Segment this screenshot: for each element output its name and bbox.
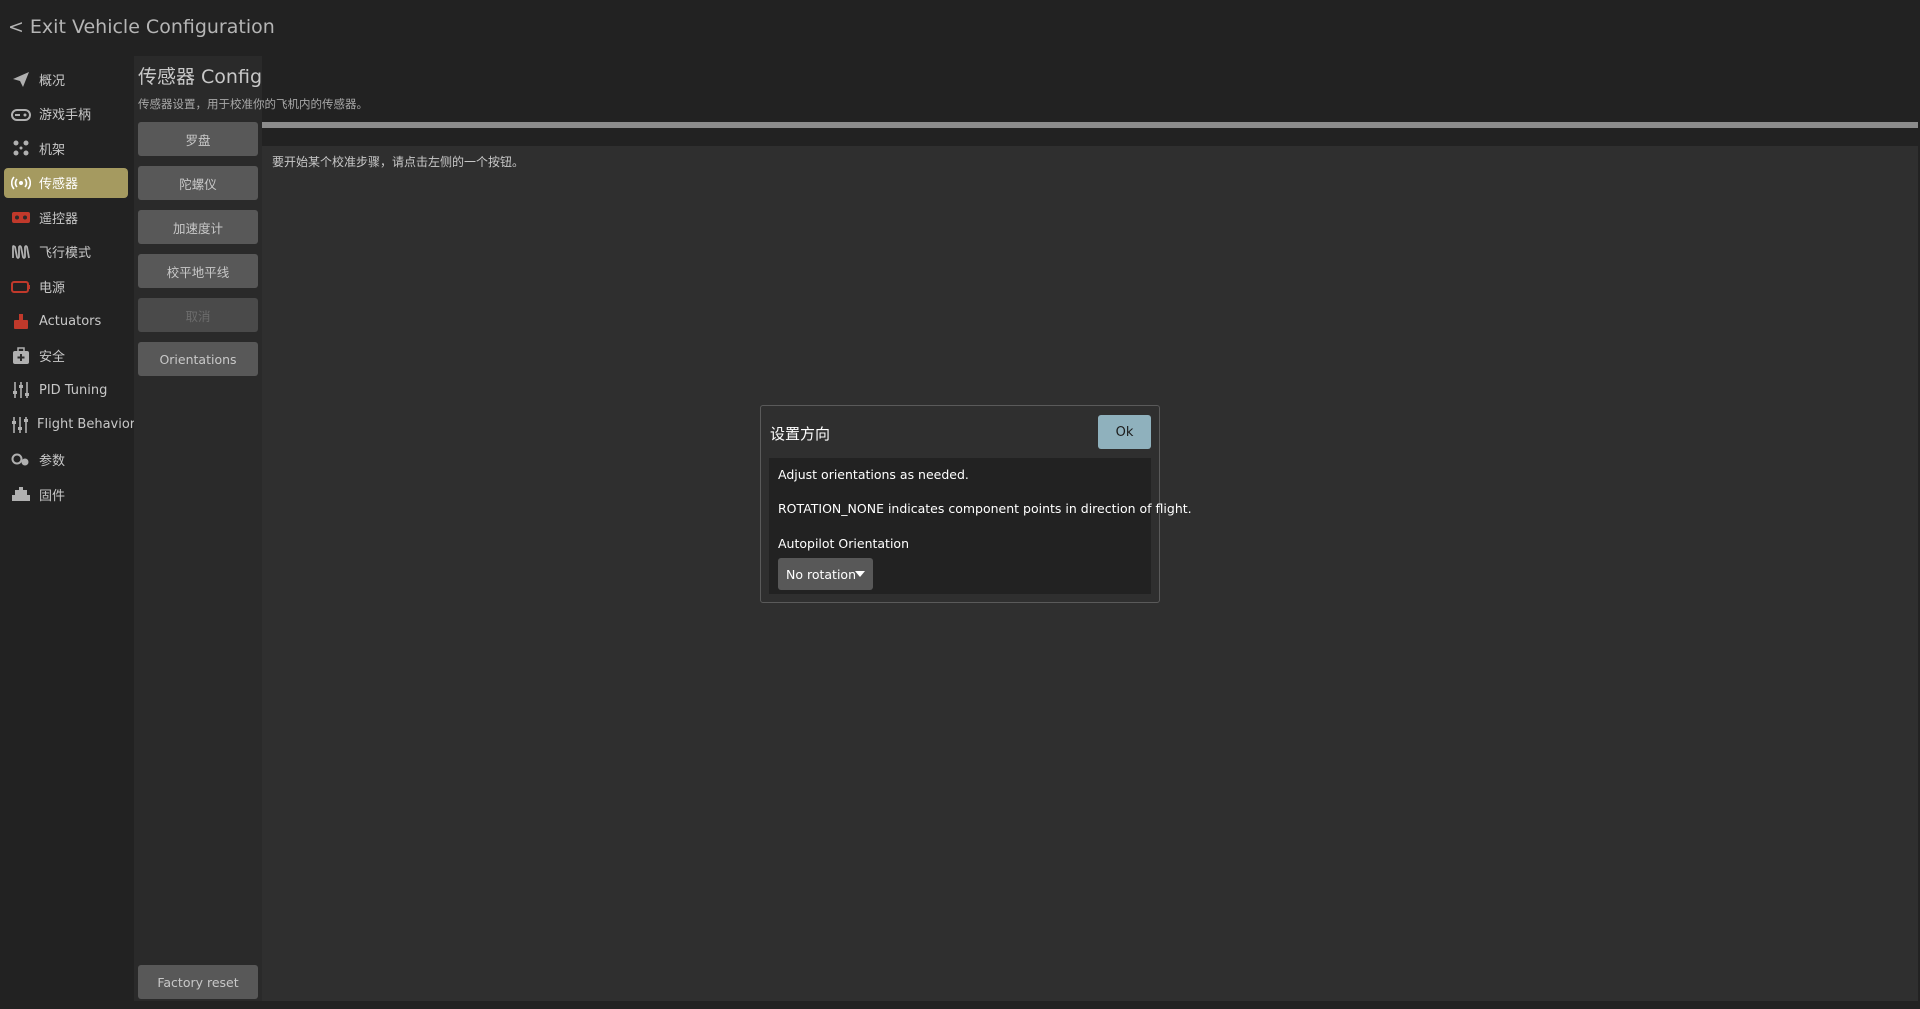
sidebar-item-label: 遥控器 <box>39 211 79 227</box>
sidebar-item-label: 概况 <box>39 73 66 89</box>
battery-icon <box>11 277 31 297</box>
sidebar-item-power[interactable]: 电源 <box>4 272 128 302</box>
sensors-icon <box>11 173 31 193</box>
gyroscope-button[interactable]: 陀螺仪 <box>138 166 258 200</box>
progress-fill <box>262 122 1918 128</box>
sidebar-item-label: 电源 <box>39 281 66 297</box>
sidebar-item-firmware[interactable]: 固件 <box>4 479 128 509</box>
dialog-body: Adjust orientations as needed. ROTATION_… <box>769 458 1192 594</box>
page-description: 传感器设置，用于校准你的飞机内的传感器。 <box>138 97 368 111</box>
level-horizon-button[interactable]: 校平地平线 <box>138 254 258 288</box>
airframe-icon <box>11 138 31 158</box>
sidebar-item-label: 传感器 <box>39 177 79 193</box>
page-title: 传感器 Config <box>138 66 263 88</box>
accelerometer-button[interactable]: 加速度计 <box>138 210 258 244</box>
exit-vehicle-config-link[interactable]: < Exit Vehicle Configuration <box>8 16 275 38</box>
orientations-button[interactable]: Orientations <box>138 342 258 376</box>
sidebar-item-pid-tuning[interactable]: PID Tuning <box>4 375 128 405</box>
calibration-progress-bar <box>262 122 1918 128</box>
sidebar-item-label: 机架 <box>39 142 66 158</box>
sidebar-item-flight-behavior[interactable]: Flight Behavior <box>4 410 135 440</box>
sidebar-item-sensors[interactable]: 传感器 <box>4 167 128 198</box>
sidebar-item-label: 飞行模式 <box>39 246 92 262</box>
sidebar-item-label: PID Tuning <box>39 382 108 398</box>
sidebar-item-actuators[interactable]: Actuators <box>4 306 128 336</box>
orientation-dialog: 设置方向 Ok Adjust orientations as needed. R… <box>760 405 1192 603</box>
sidebar-item-joystick[interactable]: 游戏手柄 <box>4 99 128 129</box>
autopilot-orientation-select[interactable]: No rotation <box>778 558 873 590</box>
tuning-sliders-icon <box>11 380 31 400</box>
sidebar-item-radio[interactable]: 遥控器 <box>4 202 128 232</box>
sidebar-item-label: Flight Behavior <box>37 417 136 433</box>
ok-button[interactable]: Ok <box>1098 415 1151 449</box>
select-value: No rotation <box>786 566 856 582</box>
dialog-rotation-note: ROTATION_NONE indicates component points… <box>778 501 1192 516</box>
sidebar-item-label: 游戏手柄 <box>39 108 92 124</box>
exit-label: Exit Vehicle Configuration <box>29 16 275 38</box>
behavior-sliders-icon <box>11 415 29 435</box>
sidebar-item-label: 安全 <box>39 350 66 366</box>
compass-button[interactable]: 罗盘 <box>138 122 258 156</box>
chevron-down-icon <box>855 571 865 577</box>
parameters-icon <box>11 450 31 470</box>
autopilot-orientation-label: Autopilot Orientation <box>778 536 909 551</box>
sidebar-item-label: 固件 <box>39 488 66 504</box>
chevron-left-icon: < <box>8 16 24 38</box>
sidebar-item-flight-modes[interactable]: 飞行模式 <box>4 237 128 267</box>
firmware-icon <box>11 484 31 504</box>
sidebar-item-summary[interactable]: 概况 <box>4 64 128 94</box>
sidebar-item-label: 参数 <box>39 454 66 470</box>
flight-modes-icon <box>11 242 31 262</box>
sidebar-item-airframe[interactable]: 机架 <box>4 133 128 163</box>
calibration-hint: 要开始某个校准步骤，请点击左侧的一个按钮。 <box>272 155 525 169</box>
safety-icon <box>11 346 31 366</box>
paper-plane-icon <box>11 69 31 89</box>
sidebar-item-parameters[interactable]: 参数 <box>4 445 128 475</box>
dialog-title: 设置方向 <box>770 425 831 443</box>
dialog-instruction: Adjust orientations as needed. <box>778 467 969 482</box>
sidebar-item-safety[interactable]: 安全 <box>4 341 128 371</box>
actuators-icon <box>11 311 31 331</box>
factory-reset-button[interactable]: Factory reset <box>138 965 258 999</box>
sidebar-nav: 概况 游戏手柄 机架 传感器 遥控器 飞行模式 电源 Actuators 安全 … <box>0 64 135 514</box>
cancel-button[interactable]: 取消 <box>138 298 258 332</box>
gamepad-icon <box>11 104 31 124</box>
top-bar: < Exit Vehicle Configuration <box>0 0 1920 56</box>
radio-icon <box>11 207 31 227</box>
sidebar-item-label: Actuators <box>39 313 102 329</box>
